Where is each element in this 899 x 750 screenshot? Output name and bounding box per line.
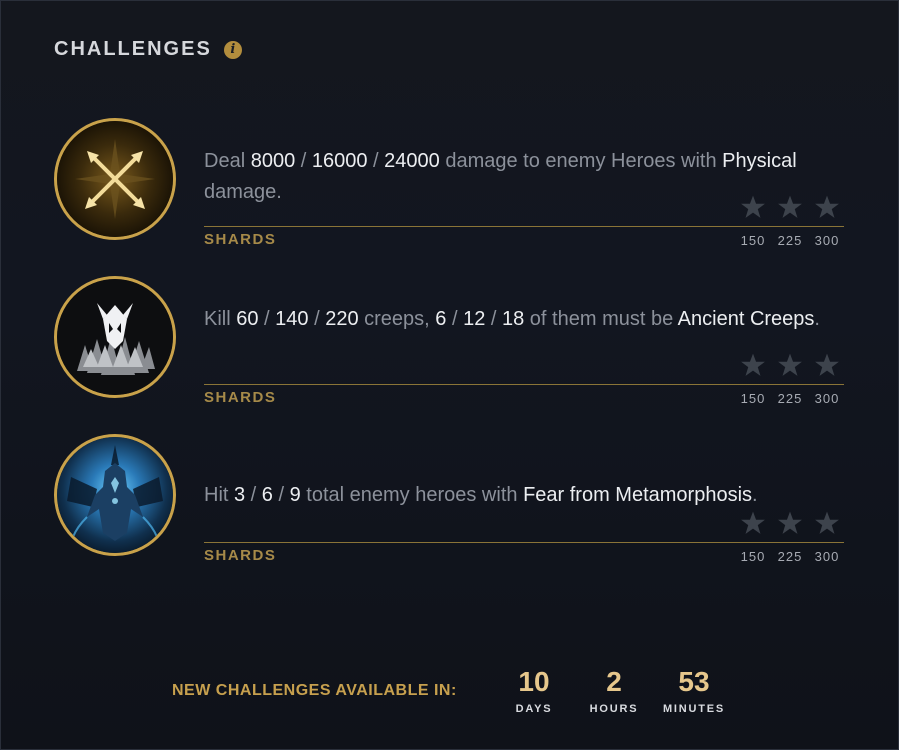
reward-tier-2: 225: [777, 391, 803, 406]
minutes-value: 53: [678, 666, 710, 697]
divider: [204, 226, 844, 227]
shard-rewards: 150 225 300: [740, 549, 840, 564]
reward-tier-1: 150: [740, 549, 766, 564]
reward-tier-3: 300: [814, 391, 840, 406]
shards-label: SHARDS: [204, 389, 277, 406]
shards-label: SHARDS: [204, 547, 277, 564]
star-icon: [778, 353, 802, 376]
hours-unit: HOURS: [589, 703, 639, 715]
star-rating: [740, 510, 840, 536]
days-unit: DAYS: [515, 703, 553, 715]
reward-tier-3: 300: [814, 233, 840, 248]
reward-tier-2: 225: [777, 549, 803, 564]
star-icon: [815, 353, 839, 376]
star-icon: [815, 511, 839, 534]
reward-tier-1: 150: [740, 233, 766, 248]
reward-tier-1: 150: [740, 391, 766, 406]
divider: [204, 384, 844, 385]
terrorblade-metamorphosis-icon: [54, 434, 176, 556]
challenge-description: Deal 8000 / 16000 / 24000 damage to enem…: [204, 150, 797, 203]
days-value: 10: [518, 666, 550, 697]
page-title: CHALLENGES: [54, 38, 212, 60]
star-icon: [741, 195, 765, 218]
info-icon[interactable]: i: [223, 40, 242, 59]
shard-rewards: 150 225 300: [740, 233, 840, 248]
challenge-fear-metamorphosis: Hit 3 / 6 / 9 total enemy heroes with Fe…: [54, 434, 844, 564]
challenges-header: CHALLENGES i: [54, 38, 242, 61]
ancient-creeps-icon: [54, 276, 176, 398]
challenge-physical-damage: Deal 8000 / 16000 / 24000 damage to enem…: [54, 118, 844, 248]
star-rating: [740, 194, 840, 220]
challenge-ancient-creeps: Kill 60 / 140 / 220 creeps, 6 / 12 / 18 …: [54, 276, 844, 406]
countdown-label: NEW CHALLENGES AVAILABLE IN:: [172, 682, 457, 699]
star-icon: [778, 195, 802, 218]
crossed-arrows-icon: [54, 118, 176, 240]
countdown-days: 10 DAYS: [502, 666, 566, 715]
reward-tier-3: 300: [814, 549, 840, 564]
shard-rewards: 150 225 300: [740, 391, 840, 406]
star-icon: [778, 511, 802, 534]
star-icon: [741, 511, 765, 534]
star-rating: [740, 352, 840, 378]
minutes-unit: MINUTES: [662, 703, 726, 715]
hours-value: 2: [606, 666, 622, 697]
divider: [204, 542, 844, 543]
countdown-hours: 2 HOURS: [580, 666, 648, 715]
challenge-description: Kill 60 / 140 / 220 creeps, 6 / 12 / 18 …: [204, 308, 820, 330]
countdown-minutes: 53 MINUTES: [656, 666, 732, 715]
star-icon: [815, 195, 839, 218]
star-icon: [741, 353, 765, 376]
challenge-description: Hit 3 / 6 / 9 total enemy heroes with Fe…: [204, 484, 758, 506]
reward-tier-2: 225: [777, 233, 803, 248]
countdown-footer: NEW CHALLENGES AVAILABLE IN: 10 DAYS 2 H…: [172, 666, 772, 726]
shards-label: SHARDS: [204, 231, 277, 248]
